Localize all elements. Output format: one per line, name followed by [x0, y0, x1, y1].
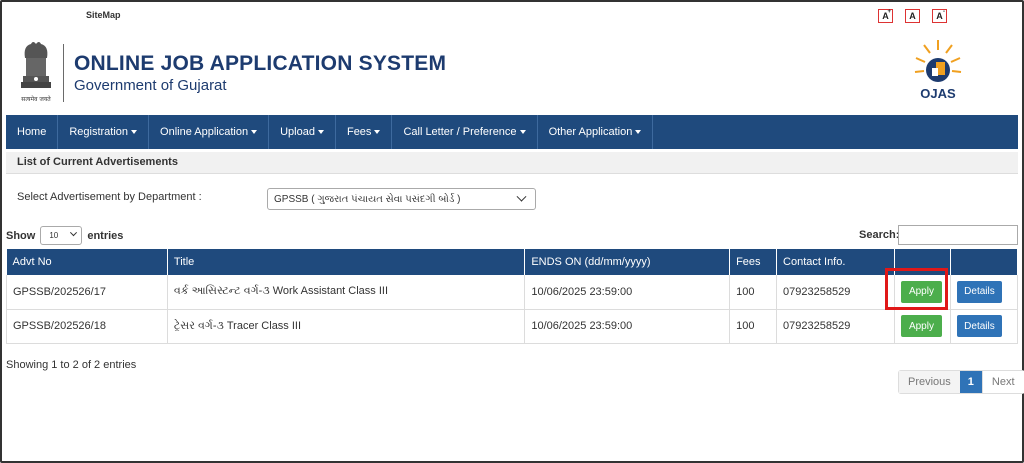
advt-no-cell: GPSSB/202526/17	[6, 275, 168, 310]
sitemap-link[interactable]: SiteMap	[86, 10, 121, 20]
panel-title: List of Current Advertisements	[17, 156, 178, 168]
ojas-logo-text: OJAS	[920, 86, 956, 101]
department-selected-value: GPSSB ( ગુજરાત પંચાયત સેવા પસંદગી બોર્ડ …	[274, 193, 461, 205]
main-navbar: Home Registration Online Application Upl…	[6, 115, 1018, 149]
ends-on-cell: 10/06/2025 23:59:00	[524, 309, 731, 344]
entries-label: entries	[87, 229, 124, 242]
entries-select-value: 10	[49, 231, 59, 240]
details-button[interactable]: Details	[956, 280, 1002, 303]
entries-select[interactable]: 10	[40, 226, 83, 245]
column-header[interactable]: Fees	[729, 249, 778, 275]
apply-cell: Apply	[894, 309, 951, 344]
nav-fees[interactable]: Fees	[336, 115, 393, 149]
contact-cell: 07923258529	[776, 309, 895, 344]
caret-down-icon	[374, 130, 381, 134]
nav-upload[interactable]: Upload	[269, 115, 336, 149]
page-1-button[interactable]: 1	[959, 371, 982, 393]
table-row: GPSSB/202526/17 વર્ક આસિસ્ટન્ટ વર્ગ-૩ Wo…	[6, 275, 1019, 310]
chevron-down-icon	[70, 229, 78, 237]
title-cell: ટ્રેસર વર્ગ-૩ Tracer Class III	[167, 309, 526, 344]
column-header[interactable]: Advt No	[6, 249, 168, 275]
advt-no-cell: GPSSB/202526/18	[6, 309, 168, 344]
entries-length-control: Show 10 entries	[6, 226, 123, 245]
fees-cell: 100	[729, 275, 778, 310]
caret-down-icon	[635, 130, 642, 134]
apply-highlight-box	[885, 268, 948, 310]
column-header[interactable]: Title	[167, 249, 526, 275]
font-normal-button[interactable]: A	[905, 9, 920, 23]
caret-down-icon	[131, 130, 138, 134]
search-input[interactable]	[898, 225, 1018, 245]
advertisements-table: Advt No Title ENDS ON (dd/mm/yyyy) Fees …	[6, 249, 1019, 344]
department-select-label: Select Advertisement by Department :	[17, 191, 202, 203]
column-header[interactable]: ENDS ON (dd/mm/yyyy)	[524, 249, 731, 275]
nav-call-letter[interactable]: Call Letter / Preference	[392, 115, 538, 149]
table-row: GPSSB/202526/18 ટ્રેસર વર્ગ-૩ Tracer Cla…	[6, 309, 1019, 344]
ends-on-cell: 10/06/2025 23:59:00	[524, 275, 731, 310]
font-size-controls: A + A A-	[878, 9, 947, 23]
nav-home[interactable]: Home	[6, 115, 59, 149]
nav-registration[interactable]: Registration	[58, 115, 150, 149]
table-header-row: Advt No Title ENDS ON (dd/mm/yyyy) Fees …	[6, 249, 1019, 275]
column-header	[950, 249, 1019, 275]
font-increase-button[interactable]: A +	[878, 9, 893, 23]
font-decrease-button[interactable]: A-	[932, 9, 947, 23]
fees-cell: 100	[729, 309, 778, 344]
title-cell: વર્ક આસિસ્ટન્ટ વર્ગ-૩ Work Assistant Cla…	[167, 275, 526, 310]
column-header[interactable]: Contact Info.	[776, 249, 895, 275]
apply-button[interactable]: Apply	[900, 315, 942, 337]
national-emblem-icon: सत्यमेव जयते	[21, 42, 51, 103]
details-cell: Details	[950, 309, 1019, 344]
ojas-logo-icon: OJAS	[914, 40, 962, 101]
previous-page-button[interactable]: Previous	[899, 371, 960, 393]
caret-down-icon	[251, 130, 258, 134]
caret-down-icon	[519, 130, 526, 134]
emblem-motto: सत्यमेव जयते	[21, 95, 51, 103]
chevron-down-icon	[516, 191, 527, 202]
next-page-button[interactable]: Next	[981, 371, 1024, 393]
caret-down-icon	[317, 130, 324, 134]
page-subtitle: Government of Gujarat	[74, 77, 227, 94]
show-label: Show	[6, 229, 36, 242]
brand-divider	[63, 44, 64, 102]
search-label: Search:	[859, 229, 900, 241]
contact-cell: 07923258529	[776, 275, 895, 310]
nav-other-application[interactable]: Other Application	[538, 115, 654, 149]
department-select[interactable]: GPSSB ( ગુજરાત પંચાયત સેવા પસંદગી બોર્ડ …	[267, 188, 536, 210]
pagination: Previous 1 Next	[898, 370, 1024, 394]
page-title: ONLINE JOB APPLICATION SYSTEM	[74, 52, 447, 75]
table-info: Showing 1 to 2 of 2 entries	[6, 359, 137, 371]
details-cell: Details	[950, 275, 1019, 310]
details-button[interactable]: Details	[956, 315, 1002, 337]
nav-online-application[interactable]: Online Application	[149, 115, 270, 149]
